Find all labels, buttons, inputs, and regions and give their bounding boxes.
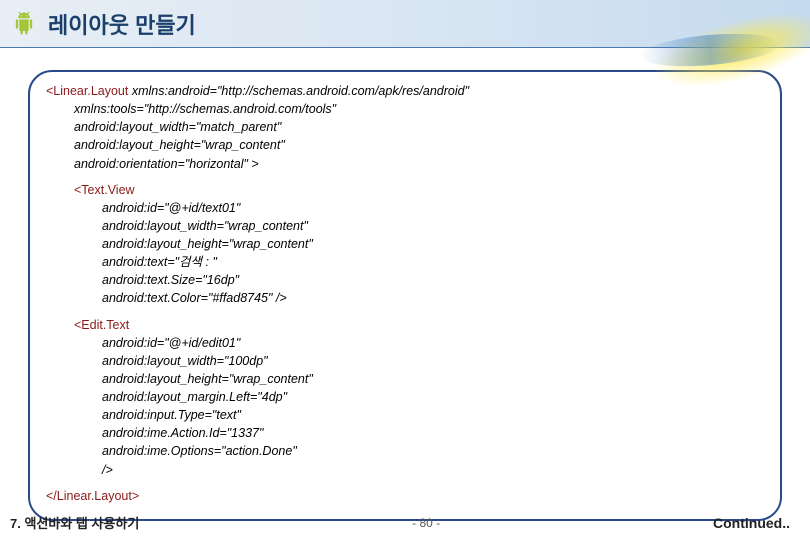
attr-et-imeactionid: android:ime.Action.Id="1337"	[46, 424, 764, 442]
attr-ll-orientation: android:orientation="horizontal" >	[46, 155, 764, 173]
footer-chapter: 7. 액션바와 탭 사용하기	[10, 513, 139, 532]
header-bar: 레이아웃 만들기	[0, 0, 810, 48]
text-view-block: <Text.View android:id="@+id/text01" andr…	[46, 181, 764, 308]
attr-ll-width: android:layout_width="match_parent"	[46, 118, 764, 136]
attr-ll-height: android:layout_height="wrap_content"	[46, 136, 764, 154]
footer-continued: Continued..	[713, 515, 790, 531]
tag-text-view: <Text.View	[46, 181, 764, 199]
android-icon	[10, 10, 38, 38]
attr-tv-id: android:id="@+id/text01"	[46, 199, 764, 217]
tag-edit-text: <Edit.Text	[46, 316, 764, 334]
attr-xmlns-android: xmlns:android="http://schemas.android.co…	[132, 84, 469, 98]
attr-et-inputtype: android:input.Type="text"	[46, 406, 764, 424]
linear-layout-open: <Linear.Layout xmlns:android="http://sch…	[46, 82, 764, 173]
attr-et-height: android:layout_height="wrap_content"	[46, 370, 764, 388]
attr-tv-textsize: android:text.Size="16dp"	[46, 271, 764, 289]
page-title: 레이아웃 만들기	[48, 8, 196, 40]
attr-tv-textcolor: android:text.Color="#ffad8745" />	[46, 289, 764, 307]
code-box: <Linear.Layout xmlns:android="http://sch…	[28, 70, 782, 521]
attr-et-close: />	[46, 461, 764, 479]
attr-et-imeoptions: android:ime.Options="action.Done"	[46, 442, 764, 460]
attr-tv-width: android:layout_width="wrap_content"	[46, 217, 764, 235]
footer: 7. 액션바와 탭 사용하기 - 80 - Continued..	[0, 513, 810, 532]
tag-linear-layout-close: </Linear.Layout>	[46, 487, 764, 505]
content-area: <Linear.Layout xmlns:android="http://sch…	[0, 48, 810, 521]
attr-xmlns-tools: xmlns:tools="http://schemas.android.com/…	[46, 100, 764, 118]
attr-tv-text: android:text="검색 : "	[46, 253, 764, 271]
attr-et-width: android:layout_width="100dp"	[46, 352, 764, 370]
footer-page: - 80 -	[139, 516, 713, 530]
attr-et-id: android:id="@+id/edit01"	[46, 334, 764, 352]
attr-et-marginleft: android:layout_margin.Left="4dp"	[46, 388, 764, 406]
edit-text-block: <Edit.Text android:id="@+id/edit01" andr…	[46, 316, 764, 479]
attr-tv-height: android:layout_height="wrap_content"	[46, 235, 764, 253]
tag-linear-layout: <Linear.Layout	[46, 84, 128, 98]
